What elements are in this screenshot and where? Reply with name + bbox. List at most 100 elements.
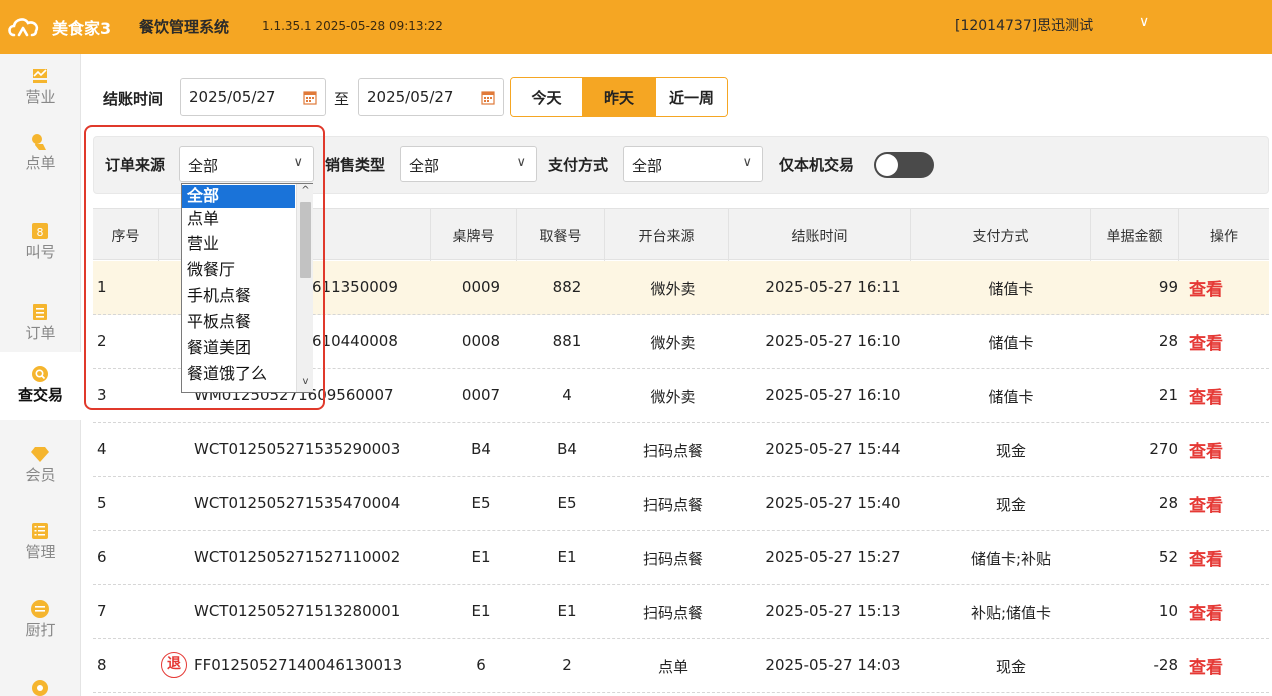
gear-icon (32, 680, 48, 696)
cell-source: 扫码点餐 (642, 496, 703, 514)
toggle-knob (876, 154, 898, 176)
refund-badge: 退 (161, 652, 187, 678)
cell-pickup: 4 (562, 386, 572, 404)
dropdown-option[interactable]: 餐道饿了么 (182, 363, 296, 386)
dropdown-option[interactable]: 手机点餐 (182, 285, 295, 308)
sidebar-item-members[interactable]: 会员 (0, 432, 81, 498)
cell-amount: 270 (1149, 440, 1178, 458)
dropdown-option[interactable]: 点单 (182, 208, 295, 231)
calendar-icon[interactable] (303, 89, 317, 105)
dropdown-option[interactable]: 平板点餐 (182, 311, 295, 334)
cell-source: 微外卖 (650, 334, 696, 352)
cell-payment: 现金 (995, 496, 1026, 514)
view-link[interactable]: 查看 (1189, 599, 1223, 624)
list-icon (33, 304, 47, 320)
cell-order: WCT012505271535470004 (194, 494, 401, 512)
view-link[interactable]: 查看 (1189, 275, 1223, 300)
dropdown-option[interactable]: 营业 (182, 233, 295, 256)
column-header-payment: 支付方式 (911, 209, 1091, 261)
top-bar: 美食家3 餐饮管理系统 1.1.35.1 2025-05-28 09:13:22… (0, 0, 1272, 54)
sidebar-item-kitchen[interactable]: 厨打 (0, 587, 81, 653)
cell-source: 微外卖 (650, 388, 696, 406)
cell-no: 6 (97, 548, 107, 566)
cell-payment: 补贴;储值卡 (970, 604, 1052, 622)
local-only-label: 仅本机交易 (779, 156, 855, 174)
sidebar: 营业 点单 8 叫号 订单 查交易 会员 管理 厨打 (0, 54, 81, 696)
date-to-value: 2025/05/27 (367, 88, 454, 106)
payment-method-select[interactable]: 全部 ∨ (623, 146, 763, 182)
table-row[interactable]: 5 WCT012505271535470004 E5 E5 扫码点餐 2025-… (93, 477, 1269, 531)
sidebar-item-transactions[interactable]: 查交易 (0, 352, 81, 420)
cell-payment: 储值卡;补贴 (970, 550, 1052, 568)
chart-icon (33, 69, 47, 83)
checklist-icon (32, 523, 48, 539)
view-link[interactable]: 查看 (1189, 545, 1223, 570)
order-source-dropdown[interactable]: 全部 点单 营业 微餐厅 手机点餐 平板点餐 餐道美团 餐道饿了么 ^ v (181, 183, 313, 393)
dropdown-option[interactable]: 微餐厅 (182, 259, 295, 282)
to-label: 至 (334, 90, 350, 108)
table-row[interactable]: 4 WCT012505271535290003 B4 B4 扫码点餐 2025-… (93, 423, 1269, 477)
user-account[interactable]: [12014737]思迅测试 (955, 15, 1093, 35)
date-from-input[interactable]: 2025/05/27 (180, 78, 326, 116)
chevron-down-icon: ∨ (742, 155, 752, 170)
local-only-toggle[interactable] (874, 152, 934, 178)
cell-no: 7 (97, 602, 107, 620)
cell-time: 2025-05-27 14:03 (765, 656, 901, 674)
sidebar-item-label: 营业 (25, 88, 56, 106)
cell-table: 6 (476, 656, 486, 674)
sidebar-item-order[interactable]: 点单 (0, 120, 81, 186)
sidebar-item-label: 订单 (25, 324, 56, 342)
table-row[interactable]: 6 WCT012505271527110002 E1 E1 扫码点餐 2025-… (93, 531, 1269, 585)
sale-type-value: 全部 (409, 157, 440, 175)
view-link[interactable]: 查看 (1189, 491, 1223, 516)
view-link[interactable]: 查看 (1189, 329, 1223, 354)
column-header-pickup: 取餐号 (517, 209, 605, 261)
sidebar-item-settings[interactable] (0, 664, 81, 696)
scroll-up-icon[interactable]: ^ (299, 185, 312, 196)
dropdown-option[interactable]: 全部 (182, 185, 295, 208)
cell-source: 扫码点餐 (642, 604, 703, 622)
cell-payment: 储值卡 (988, 388, 1034, 406)
cell-table: E5 (471, 494, 491, 512)
view-link[interactable]: 查看 (1189, 383, 1223, 408)
cell-order: WCT012505271513280001 (194, 602, 401, 620)
table-row[interactable]: 8 退 FF01250527140046130013 6 2 点单 2025-0… (93, 639, 1269, 693)
dropdown-option[interactable]: 餐道美团 (182, 337, 295, 360)
dropdown-scrollbar[interactable]: ^ v (296, 184, 313, 392)
cell-source: 扫码点餐 (642, 442, 703, 460)
cell-no: 4 (97, 440, 107, 458)
cell-pickup: 881 (552, 332, 582, 350)
cell-amount: 10 (1158, 602, 1178, 620)
calendar-icon[interactable] (481, 89, 495, 105)
cell-amount: 21 (1158, 386, 1178, 404)
sidebar-item-manage[interactable]: 管理 (0, 509, 81, 575)
cell-source: 微外卖 (650, 280, 696, 298)
range-today-button[interactable]: 今天 (511, 78, 583, 116)
cell-source: 扫码点餐 (642, 550, 703, 568)
sidebar-item-orders[interactable]: 订单 (0, 290, 81, 356)
cell-table: 0008 (461, 332, 501, 350)
view-link[interactable]: 查看 (1189, 653, 1223, 678)
cell-time: 2025-05-27 16:11 (765, 278, 901, 296)
range-yesterday-button[interactable]: 昨天 (583, 78, 656, 116)
sale-type-select[interactable]: 全部 ∨ (400, 146, 537, 182)
sidebar-item-label: 叫号 (25, 243, 56, 261)
sidebar-item-business[interactable]: 营业 (0, 54, 81, 120)
view-link[interactable]: 查看 (1189, 437, 1223, 462)
scroll-down-icon[interactable]: v (299, 376, 312, 387)
cell-amount: 99 (1158, 278, 1178, 296)
cell-no: 8 (97, 656, 107, 674)
chevron-down-icon[interactable]: ∨ (1139, 14, 1149, 30)
range-week-button[interactable]: 近一周 (656, 78, 727, 116)
sidebar-item-label: 查交易 (17, 386, 63, 404)
scrollbar-thumb[interactable] (300, 202, 311, 278)
sale-type-label: 销售类型 (325, 156, 386, 174)
column-header-action: 操作 (1210, 229, 1238, 245)
table-row[interactable]: 7 WCT012505271513280001 E1 E1 扫码点餐 2025-… (93, 585, 1269, 639)
number-icon: 8 (32, 223, 48, 239)
sidebar-item-label: 厨打 (25, 621, 56, 639)
sidebar-item-call-number[interactable]: 8 叫号 (0, 209, 81, 275)
diamond-icon (31, 447, 49, 462)
date-to-input[interactable]: 2025/05/27 (358, 78, 504, 116)
kitchen-icon (31, 600, 49, 618)
